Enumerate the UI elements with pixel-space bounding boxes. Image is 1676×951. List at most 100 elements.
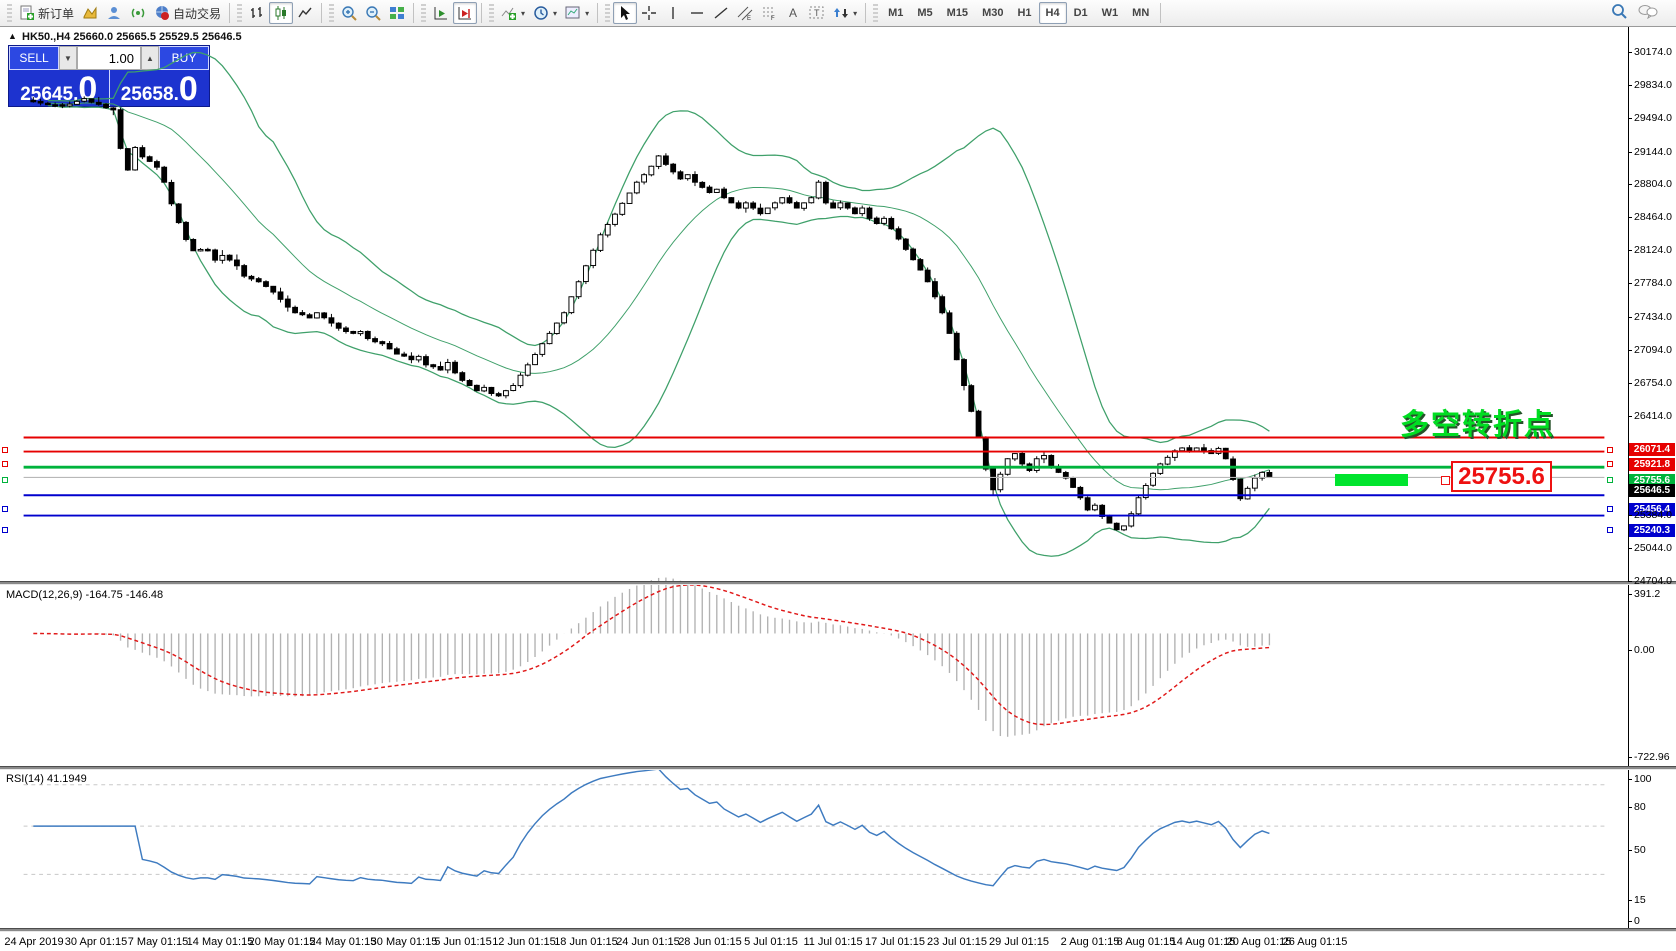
price-tick-label: 26414.0 [1628, 409, 1672, 422]
svg-text:E: E [747, 16, 751, 21]
tf-m30-label: M30 [982, 7, 1004, 19]
toolbar-grip [237, 4, 243, 22]
auto-scroll-icon [433, 5, 449, 21]
line-end-handle[interactable] [2, 446, 8, 453]
bar-chart-button[interactable] [245, 2, 269, 24]
candlestick-chart-button[interactable] [269, 2, 294, 24]
text-label-button[interactable]: T [805, 2, 829, 24]
zoom-in-icon [341, 5, 357, 21]
toolbar-grip [7, 4, 12, 22]
dropdown-caret-icon: ▾ [553, 8, 558, 18]
trend-line-button[interactable] [709, 2, 733, 24]
dropdown-caret-icon: ▾ [853, 8, 858, 18]
auto-trading-button[interactable]: 自动交易 [150, 2, 225, 24]
price-tick-label: 27784.0 [1628, 277, 1672, 290]
timeframe-tf-m1-button[interactable]: M1 [881, 2, 910, 24]
rsi-value: 41.1949 [46, 773, 87, 785]
line-end-handle[interactable] [1607, 461, 1613, 468]
price-tick-label: 28804.0 [1628, 178, 1672, 191]
zoom-in-button[interactable] [337, 2, 361, 24]
chart-shift-button[interactable] [453, 2, 478, 24]
svg-text:A: A [789, 6, 797, 20]
vertical-line-icon [665, 5, 681, 21]
equidistant-channel-button[interactable]: E [733, 2, 757, 24]
charts-button[interactable] [78, 2, 102, 24]
price-tick-label: 25384.0 [1628, 509, 1672, 522]
timeframe-tf-h1-button[interactable]: H1 [1010, 2, 1038, 24]
price-tick-label: 28124.0 [1628, 244, 1672, 257]
date-tick-label: 2 Aug 01:15 [1060, 936, 1120, 948]
zoom-out-icon [365, 5, 381, 21]
timeframe-tf-h4-button[interactable]: H4 [1038, 2, 1067, 24]
bar-chart-icon [249, 5, 265, 21]
pane-separator-rsi[interactable] [0, 766, 1676, 770]
chart-shift-icon [457, 5, 473, 21]
price-label-anchor-marker[interactable] [1441, 476, 1450, 486]
toolbar-grip [873, 4, 879, 22]
pane-separator-macd[interactable] [0, 581, 1676, 585]
timeframe-tf-m15-button[interactable]: M15 [940, 2, 975, 24]
auto-scroll-button[interactable] [429, 2, 453, 24]
turning-point-annotation: 多空转折点 [1400, 409, 1556, 441]
price-tick-label: 29834.0 [1628, 78, 1672, 91]
line-end-handle[interactable] [1607, 527, 1613, 534]
date-tick-label: 7 May 01:15 [127, 936, 189, 948]
rsi-tick-label: 15 [1628, 893, 1646, 906]
new-order-button[interactable]: 新订单 [15, 2, 78, 24]
date-tick-label: 8 Aug 01:15 [1116, 936, 1176, 948]
timeframe-tf-mn-button[interactable]: MN [1125, 2, 1156, 24]
price-tick-label: 25044.0 [1628, 542, 1672, 555]
rsi-tick-label: 50 [1628, 844, 1646, 856]
line-chart-button[interactable] [293, 2, 317, 24]
macd-value-main: -164.75 [85, 589, 123, 601]
line-end-handle[interactable] [2, 477, 8, 484]
timeframe-tf-m30-button[interactable]: M30 [975, 2, 1010, 24]
timeframe-tf-m5-button[interactable]: M5 [910, 2, 939, 24]
text-button[interactable]: A [781, 2, 805, 24]
line-end-handle[interactable] [2, 461, 8, 468]
line-end-handle[interactable] [1607, 446, 1613, 453]
chat-icon[interactable] [1628, 3, 1658, 24]
vertical-line-button[interactable] [661, 2, 685, 24]
date-tick-label: 5 Jul 01:15 [744, 936, 798, 948]
profile-button[interactable] [102, 2, 126, 24]
date-tick-label: 5 Jun 01:15 [434, 936, 492, 948]
crosshair-button[interactable] [637, 2, 661, 24]
toolbar-grip [605, 4, 611, 22]
periods-button[interactable]: ▾ [529, 2, 561, 24]
key-level-label[interactable]: 25755.6 [1451, 461, 1552, 492]
rsi-tick-label: 80 [1628, 801, 1646, 814]
fibonacci-icon: F [761, 5, 777, 21]
price-tick-label: 29144.0 [1628, 145, 1672, 158]
new-order-label: 新订单 [38, 6, 75, 21]
fibonacci-button[interactable]: F [757, 2, 781, 24]
line-end-handle[interactable] [2, 506, 8, 513]
macd-tick-label: 391.2 [1627, 588, 1661, 600]
horizontal-line-button[interactable] [685, 2, 709, 24]
zoom-out-button[interactable] [361, 2, 385, 24]
toolbar-separator [481, 3, 483, 23]
price-tick-label: 24704.0 [1628, 575, 1672, 587]
templates-button[interactable]: ▾ [561, 2, 593, 24]
line-end-handle[interactable] [1607, 506, 1613, 513]
date-tick-label: 30 May 01:15 [370, 936, 438, 948]
toolbar-grip [421, 4, 427, 22]
arrows-button[interactable]: ▾ [829, 2, 861, 24]
price-axis-badge: 25921.8 [1629, 457, 1675, 471]
cursor-icon [617, 5, 633, 21]
search-icon[interactable] [1600, 2, 1628, 25]
tile-windows-button[interactable] [385, 2, 409, 24]
mt4-window: 新订单 自动交易 ▾ ▾ ▾ E F A T ▾ M1 M5 M15 M30 H1 H4 D1 W1 MN ▲ HK… [0, 0, 1676, 951]
line-end-handle[interactable] [1607, 477, 1613, 484]
date-tick-label: 20 May 01:15 [248, 936, 316, 948]
date-tick-label: 29 Jul 01:15 [989, 936, 1049, 948]
indicators-button[interactable]: ▾ [497, 2, 529, 24]
timeframe-tf-d1-button[interactable]: D1 [1067, 2, 1095, 24]
rsi-label: RSI(14) 41.1949 [6, 773, 87, 785]
signals-button[interactable] [126, 2, 150, 24]
macd-tick-label: 0.00 [1627, 644, 1655, 656]
cursor-button[interactable] [613, 2, 638, 24]
timeframe-tf-w1-button[interactable]: W1 [1095, 2, 1126, 24]
price-tick-label: 27434.0 [1628, 310, 1672, 323]
line-end-handle[interactable] [2, 527, 8, 534]
